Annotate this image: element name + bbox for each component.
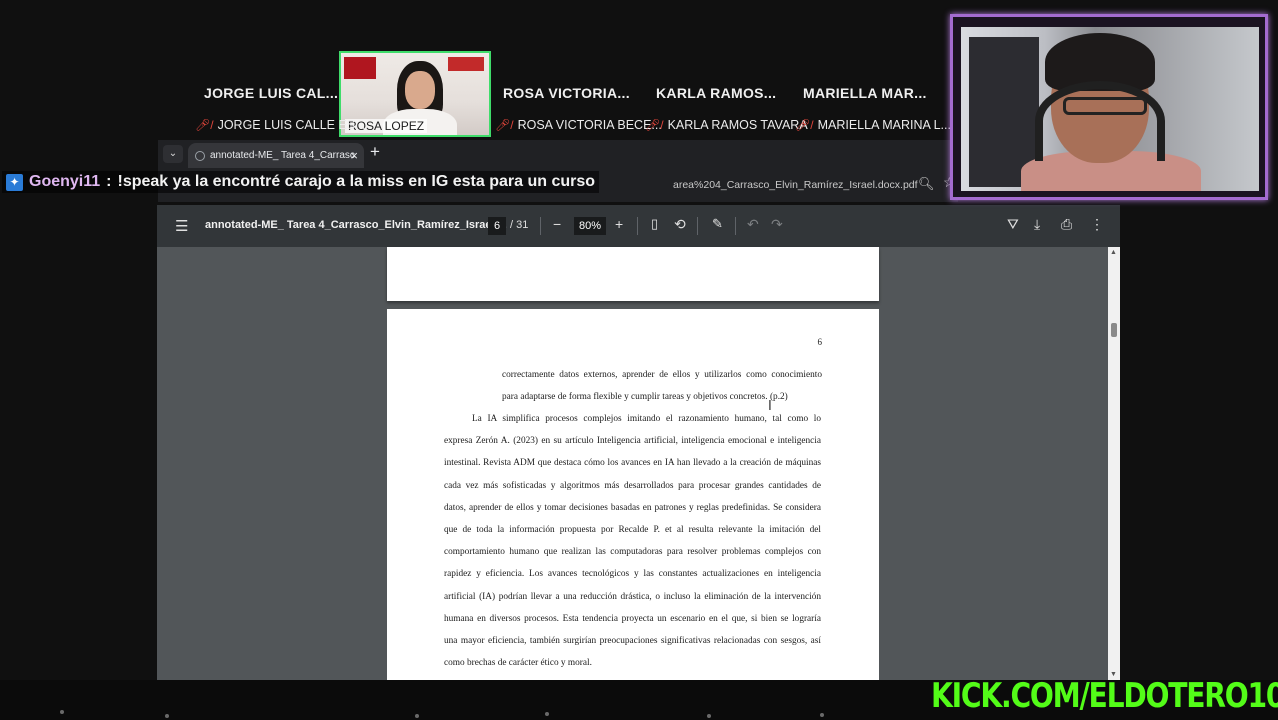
scroll-up-arrow-icon[interactable]: ▲ bbox=[1110, 249, 1117, 256]
page-number: 6 bbox=[817, 337, 823, 347]
search-icon[interactable]: 🔍︎ bbox=[918, 176, 935, 192]
download-icon[interactable]: ⤓ bbox=[1034, 216, 1040, 233]
kick-channel-url: KICK.COM/ELDOTERO101 bbox=[931, 676, 1278, 716]
meeting-participants-bar: JORGE LUIS CAL... ROSA LOPEZ ROSA VICTOR… bbox=[0, 40, 951, 140]
zoom-in-icon[interactable]: + bbox=[615, 216, 623, 232]
mic-off-icon: 🎤︎/ bbox=[195, 118, 214, 132]
page-total: / 31 bbox=[510, 219, 529, 231]
participant-label-jorge[interactable]: 🎤︎/ JORGE LUIS CALLE ES... bbox=[195, 114, 366, 136]
mic-off-icon: 🎤︎/ bbox=[495, 118, 514, 132]
url-text[interactable]: area%204_Carrasco_Elvin_Ramírez_Israel.d… bbox=[673, 179, 918, 191]
chat-badge-icon: ✦ bbox=[6, 173, 23, 191]
document-page: 6 correctamente datos externos, aprender… bbox=[387, 309, 879, 680]
mic-off-icon: 🎤︎/ bbox=[795, 118, 814, 132]
tab-title: annotated-ME_ Tarea 4_Carrasc bbox=[210, 150, 355, 161]
divider bbox=[735, 217, 736, 235]
zoom-input[interactable]: 80% bbox=[574, 217, 606, 235]
redo-icon[interactable]: ↷ bbox=[771, 216, 783, 233]
browser-tab-bar: ⌄ annotated-ME_ Tarea 4_Carrasc × + bbox=[158, 140, 952, 168]
divider bbox=[540, 217, 541, 235]
chat-message: !speak ya la encontré carajo a la miss e… bbox=[117, 173, 596, 190]
print-icon[interactable]: ⎙ bbox=[1061, 216, 1072, 233]
more-options-icon[interactable]: ⋮ bbox=[1090, 216, 1104, 233]
chat-username: Goenyi11 bbox=[29, 173, 101, 190]
annotate-pen-icon[interactable]: ✎ bbox=[712, 216, 723, 232]
participant-name-rosa: ROSA VICTORIA... bbox=[503, 85, 630, 101]
document-title: annotated-ME_ Tarea 4_Carrasco_Elvin_Ram… bbox=[205, 219, 507, 231]
menu-icon[interactable]: ☰ bbox=[175, 217, 188, 235]
participant-name-mariella: MARIELLA MAR... bbox=[803, 85, 927, 101]
close-tab-icon[interactable]: × bbox=[350, 143, 358, 168]
previous-page bbox=[387, 247, 879, 301]
zoom-out-icon[interactable]: − bbox=[553, 216, 561, 232]
block-quote: correctamente datos externos, aprender d… bbox=[502, 370, 822, 403]
tab-search-chevron-icon[interactable]: ⌄ bbox=[163, 145, 183, 163]
participant-label-karla[interactable]: 🎤︎/ KARLA RAMOS TAVARA bbox=[645, 114, 808, 136]
participant-name-jorge: JORGE LUIS CAL... bbox=[204, 85, 339, 101]
chat-separator: : bbox=[106, 173, 112, 190]
vertical-scrollbar[interactable]: ▲ ▼ bbox=[1108, 247, 1120, 680]
new-tab-icon[interactable]: + bbox=[370, 142, 380, 162]
fit-page-icon[interactable]: ▯ bbox=[651, 216, 658, 232]
page-number-input[interactable]: 6 bbox=[488, 217, 506, 235]
participant-name-karla: KARLA RAMOS... bbox=[656, 85, 777, 101]
undo-icon[interactable]: ↶ bbox=[747, 216, 759, 233]
divider bbox=[637, 217, 638, 235]
body-paragraph: La IA simplifica procesos complejos imit… bbox=[444, 414, 821, 669]
browser-tab[interactable]: annotated-ME_ Tarea 4_Carrasc × bbox=[188, 143, 364, 168]
participant-label-rosa[interactable]: 🎤︎/ ROSA VICTORIA BECE... bbox=[495, 114, 662, 136]
drive-save-icon[interactable]: ⛛ bbox=[1007, 216, 1019, 233]
participant-label-mariella[interactable]: 🎤︎/ MARIELLA MARINA L... bbox=[795, 114, 951, 136]
streamer-webcam bbox=[950, 14, 1268, 200]
mic-off-icon: 🎤︎/ bbox=[645, 118, 664, 132]
globe-icon bbox=[195, 151, 205, 161]
divider bbox=[697, 217, 698, 235]
pdf-viewer: ☰ annotated-ME_ Tarea 4_Carrasco_Elvin_R… bbox=[157, 205, 1120, 680]
chat-overlay: ✦ Goenyi11 : !speak ya la encontré caraj… bbox=[2, 171, 600, 193]
pdf-toolbar: ☰ annotated-ME_ Tarea 4_Carrasco_Elvin_R… bbox=[157, 205, 1120, 247]
scroll-thumb[interactable] bbox=[1111, 323, 1117, 337]
rotate-icon[interactable]: ⟲ bbox=[674, 216, 686, 233]
